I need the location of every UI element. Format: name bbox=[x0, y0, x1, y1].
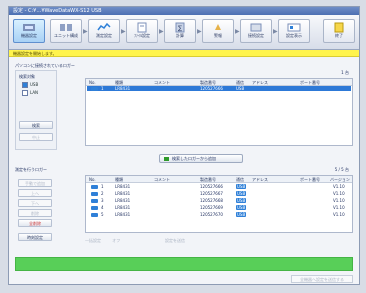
connected-count: 1 台 bbox=[341, 70, 349, 75]
table-row[interactable]: 1 LR8431 120527666 USB V1.10 bbox=[87, 184, 351, 189]
row-checkbox[interactable] bbox=[91, 212, 98, 217]
row-checkbox[interactable] bbox=[91, 191, 98, 196]
delete-all-button[interactable]: 全削除 bbox=[18, 219, 52, 227]
table-row[interactable]: 2 LR8431 120527667 USB V1.10 bbox=[87, 191, 351, 196]
connected-loggers-title: パソコンに接続されているロガー bbox=[15, 63, 75, 68]
link-icon bbox=[250, 23, 262, 32]
search-button[interactable]: 検索 bbox=[19, 121, 53, 129]
table-row[interactable]: 1 LR8431 120527666 USB bbox=[87, 86, 351, 91]
progress-area bbox=[15, 257, 353, 271]
search-target-label: 検索対象 bbox=[19, 74, 35, 79]
calc-icon: ∑ bbox=[175, 22, 185, 33]
window-title: 設定 - C:¥…¥WaveDataWX-S12 USB bbox=[9, 7, 359, 15]
row-checkbox[interactable] bbox=[91, 184, 98, 189]
display-icon bbox=[287, 23, 301, 32]
connected-logger-table: No. 種類 コメント 製造番号 通信 アドレス ポート番号 1 LR8431 … bbox=[85, 78, 353, 146]
move-down-button[interactable]: 下へ bbox=[18, 199, 52, 207]
arrow-icon: ▶ bbox=[121, 28, 126, 35]
alarm-icon bbox=[215, 24, 221, 30]
lan-checkbox[interactable]: LAN bbox=[22, 90, 38, 96]
row-checkbox[interactable] bbox=[91, 198, 98, 203]
tab-file-settings[interactable]: ﾌｧｲﾙ設定 bbox=[126, 19, 158, 43]
tab-alarm[interactable]: 警報 bbox=[202, 19, 234, 43]
arrow-icon: ▶ bbox=[235, 28, 240, 35]
svg-text:∑: ∑ bbox=[178, 25, 182, 32]
tab-connection[interactable]: 接続設定 bbox=[240, 19, 272, 43]
measure-count: 5 / 5 台 bbox=[334, 167, 349, 172]
table-row[interactable]: 3 LR8431 120527668 USB V1.10 bbox=[87, 198, 351, 203]
tab-measure-settings[interactable]: 測定設定 bbox=[88, 19, 120, 43]
tab-device-settings[interactable]: 機器設定 bbox=[13, 19, 45, 43]
exit-icon bbox=[334, 22, 344, 33]
move-up-button[interactable]: 上へ bbox=[18, 189, 52, 197]
settings-window: 設定 - C:¥…¥WaveDataWX-S12 USB 機器設定 ユニット構成… bbox=[8, 6, 360, 285]
stop-button[interactable]: 中止 bbox=[19, 133, 53, 141]
usb-checkbox[interactable]: USB bbox=[22, 82, 38, 88]
file-icon bbox=[137, 22, 147, 33]
tab-unit-config[interactable]: ユニット構成 bbox=[50, 19, 82, 43]
measure-icon bbox=[97, 22, 111, 31]
table-header: No. 種類 コメント 製造番号 通信 アドレス ポート番号 バージョン bbox=[86, 176, 352, 183]
delete-button[interactable]: 削除 bbox=[18, 209, 52, 217]
unit-icon bbox=[60, 24, 72, 31]
table-row[interactable]: 4 LR8431 120527669 USB V1.10 bbox=[87, 205, 351, 210]
row-checkbox[interactable] bbox=[91, 205, 98, 210]
manual-add-button[interactable]: 手動で追加 bbox=[18, 179, 52, 187]
arrow-icon: ▶ bbox=[83, 28, 88, 35]
time-settings-button[interactable]: 時刻設定 bbox=[18, 233, 52, 241]
search-panel: 検索対象 USB LAN 検索 中止 bbox=[15, 70, 57, 150]
arrow-icon: ▶ bbox=[197, 28, 202, 35]
send-settings-control[interactable]: 設定を送信 bbox=[165, 238, 185, 244]
bulk-setting-control[interactable]: 一括設定 オフ bbox=[85, 238, 120, 244]
add-icon bbox=[164, 157, 169, 161]
table-row[interactable]: 5 LR8431 120527670 USB V1.10 bbox=[87, 212, 351, 217]
add-from-search-button[interactable]: 検索したロガーから追加 bbox=[159, 154, 243, 163]
device-icon bbox=[23, 24, 35, 31]
measure-logger-table: No. 種類 コメント 製造番号 通信 アドレス ポート番号 バージョン 1 L… bbox=[85, 175, 353, 233]
measure-button-panel: 手動で追加 上へ 下へ 削除 全削除 時刻設定 bbox=[15, 175, 57, 255]
row-checkbox[interactable] bbox=[91, 86, 98, 91]
arrow-icon: ▶ bbox=[159, 28, 164, 35]
tab-settings-display[interactable]: 設定表示 bbox=[278, 19, 310, 43]
toolbar: 機器設定 ユニット構成 ▶ 測定設定 ▶ ﾌｧｲﾙ設定 ▶ ∑ 計算 ▶ 警報 … bbox=[9, 15, 359, 50]
exit-button[interactable]: 終了 bbox=[323, 19, 355, 43]
status-message: 機器設定を開始します。 bbox=[9, 50, 359, 57]
tab-calculation[interactable]: ∑ 計算 bbox=[164, 19, 196, 43]
measure-loggers-title: 測定を行うロガー bbox=[15, 167, 47, 172]
arrow-icon: ▶ bbox=[273, 28, 278, 35]
send-all-button[interactable]: 全機器へ設定を送信する bbox=[291, 275, 353, 283]
table-header: No. 種類 コメント 製造番号 通信 アドレス ポート番号 bbox=[86, 79, 352, 86]
